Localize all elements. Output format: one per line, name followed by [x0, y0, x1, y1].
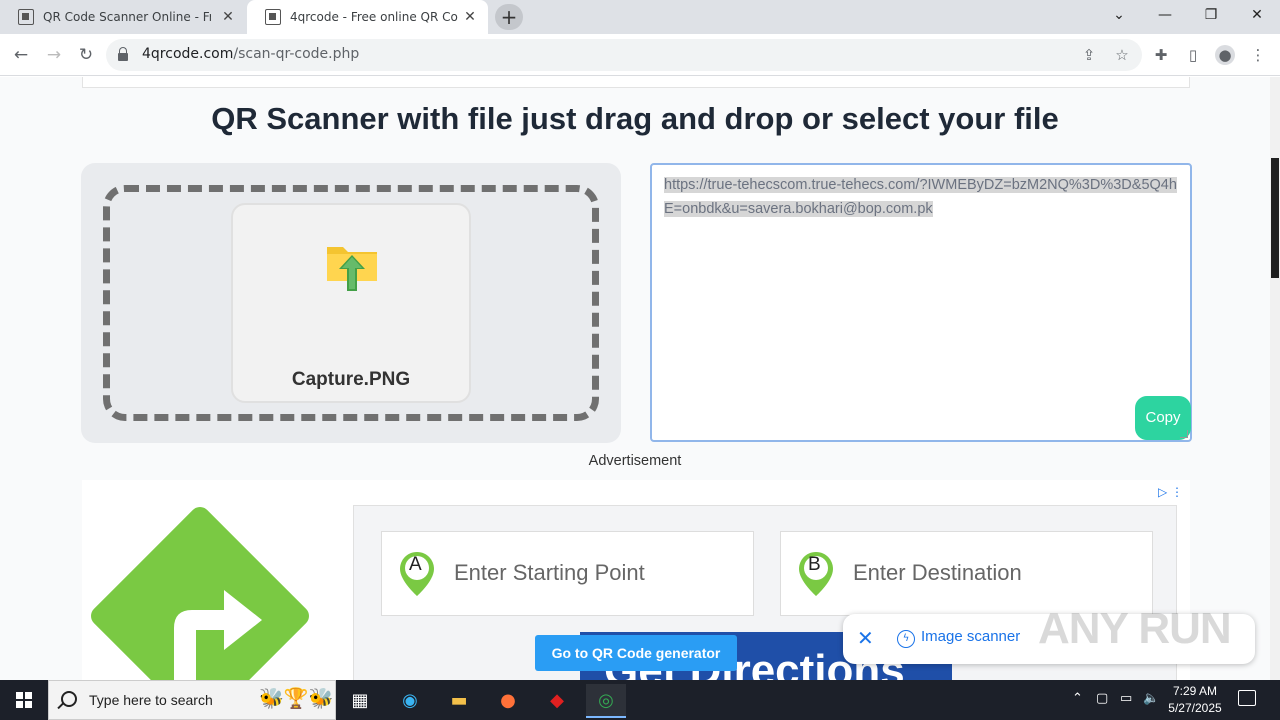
go-to-qr-generator-button[interactable]: Go to QR Code generator [535, 635, 737, 671]
address-bar[interactable]: 4qrcode.com/scan-qr-code.php ⇪ ☆ [106, 39, 1142, 71]
resize-handle-icon[interactable] [1180, 430, 1188, 438]
side-panel-icon[interactable]: ▯ [1183, 45, 1203, 65]
extensions-puzzle-icon[interactable]: ✚ [1151, 45, 1171, 65]
browser-tab-strip: QR Code Scanner Online - From ✕ 4qrcode … [0, 0, 1280, 34]
edge-browser-icon[interactable]: ◉ [390, 684, 430, 718]
clock-time: 7:29 AM [1172, 684, 1218, 698]
share-icon[interactable]: ⇪ [1079, 45, 1099, 65]
acrobat-reader-icon[interactable]: ◆ [537, 684, 577, 718]
taskbar-search-box[interactable]: Type here to search 🐝🏆🐝 [48, 680, 336, 720]
url-text[interactable]: 4qrcode.com/scan-qr-code.php [142, 46, 359, 62]
reload-icon[interactable]: ↻ [73, 42, 99, 68]
file-name-label: Capture.PNG [291, 369, 411, 390]
page-content: QR Scanner with file just drag and drop … [0, 77, 1270, 680]
advertisement-label: Advertisement [588, 453, 682, 469]
file-explorer-icon[interactable]: ▬ [439, 684, 479, 718]
start-button[interactable] [0, 680, 48, 720]
close-tab-icon[interactable]: ✕ [462, 9, 478, 25]
close-icon[interactable]: ✕ [857, 626, 874, 650]
windows-taskbar: Type here to search 🐝🏆🐝 ▦ ◉ ▬ ● ◆ ◎ ⌃ ▢ … [0, 680, 1280, 720]
volume-icon[interactable]: 🔈 [1143, 691, 1159, 706]
tray-chevron-up-icon[interactable]: ⌃ [1072, 691, 1083, 706]
scan-result-text[interactable]: https://true-tehecscom.true-tehecs.com/?… [664, 173, 1184, 221]
page-title: QR Scanner with file just drag and drop … [211, 101, 1059, 136]
tab-search-chevron-icon[interactable]: ⌄ [1096, 0, 1142, 30]
folder-upload-icon [327, 247, 377, 291]
bookmark-star-icon[interactable]: ☆ [1112, 45, 1132, 65]
turn-right-arrow-icon [174, 590, 262, 680]
firefox-icon[interactable]: ● [488, 684, 528, 718]
ad-starting-point-placeholder: Enter Starting Point [454, 560, 645, 585]
lock-icon[interactable] [118, 47, 128, 61]
file-drop-zone[interactable]: Capture.PNG [81, 163, 621, 443]
adchoices-icon[interactable]: ▷ ⋮ [1158, 485, 1183, 499]
qr-scanner-favicon-icon [265, 9, 281, 25]
qr-scanner-favicon-icon [18, 9, 34, 25]
ad-destination-placeholder: Enter Destination [853, 560, 1022, 585]
image-scanner-label[interactable]: Image scanner [921, 628, 1020, 645]
selected-result-url: https://true-tehecscom.true-tehecs.com/?… [664, 177, 1177, 217]
pin-letter-a: A [409, 554, 422, 575]
task-view-icon[interactable]: ▦ [340, 684, 380, 718]
restore-window-icon[interactable]: ❐ [1188, 0, 1234, 30]
anyrun-watermark: ANY RUN [1038, 604, 1232, 653]
pin-letter-b: B [808, 554, 821, 575]
selected-file-card[interactable]: Capture.PNG [231, 203, 471, 403]
tab-title: 4qrcode - Free online QR Code r [290, 10, 458, 24]
new-tab-button[interactable]: + [495, 4, 523, 30]
tray-device-icon[interactable]: ▢ [1096, 691, 1108, 706]
forward-arrow-icon[interactable]: → [41, 42, 67, 68]
search-icon [61, 691, 77, 707]
windows-logo-icon [16, 692, 32, 708]
site-header-card [82, 77, 1190, 88]
tab-qr-code-scanner-online[interactable]: QR Code Scanner Online - From ✕ [0, 0, 246, 34]
taskbar-search-placeholder: Type here to search [89, 692, 213, 708]
scan-result-textarea[interactable]: https://true-tehecscom.true-tehecs.com/?… [650, 163, 1192, 442]
tab-title: QR Code Scanner Online - From [43, 10, 211, 24]
search-highlight-bees-icon: 🐝🏆🐝 [259, 686, 334, 710]
taskbar-clock[interactable]: 7:29 AM 5/27/2025 [1160, 683, 1230, 717]
tab-4qrcode[interactable]: 4qrcode - Free online QR Code r ✕ [247, 0, 488, 34]
clock-date: 5/27/2025 [1168, 701, 1222, 715]
browser-toolbar: ← → ↻ 4qrcode.com/scan-qr-code.php ⇪ ☆ ✚… [0, 34, 1280, 76]
minimize-window-icon[interactable]: — [1142, 0, 1188, 30]
scrollbar-thumb[interactable] [1271, 158, 1279, 278]
lightning-icon: ϟ [897, 630, 915, 648]
back-arrow-icon[interactable]: ← [8, 42, 34, 68]
close-tab-icon[interactable]: ✕ [220, 9, 236, 25]
profile-avatar-icon[interactable]: ● [1215, 45, 1235, 65]
notifications-icon[interactable] [1238, 690, 1256, 706]
network-icon[interactable]: ▭ [1120, 691, 1132, 706]
kebab-menu-icon[interactable]: ⋮ [1248, 45, 1268, 65]
close-window-icon[interactable]: ✕ [1234, 0, 1280, 30]
ad-starting-point-field[interactable]: A Enter Starting Point [381, 531, 754, 616]
chrome-icon[interactable]: ◎ [586, 684, 626, 718]
url-host: 4qrcode.com [142, 46, 234, 62]
url-path: /scan-qr-code.php [233, 46, 360, 62]
